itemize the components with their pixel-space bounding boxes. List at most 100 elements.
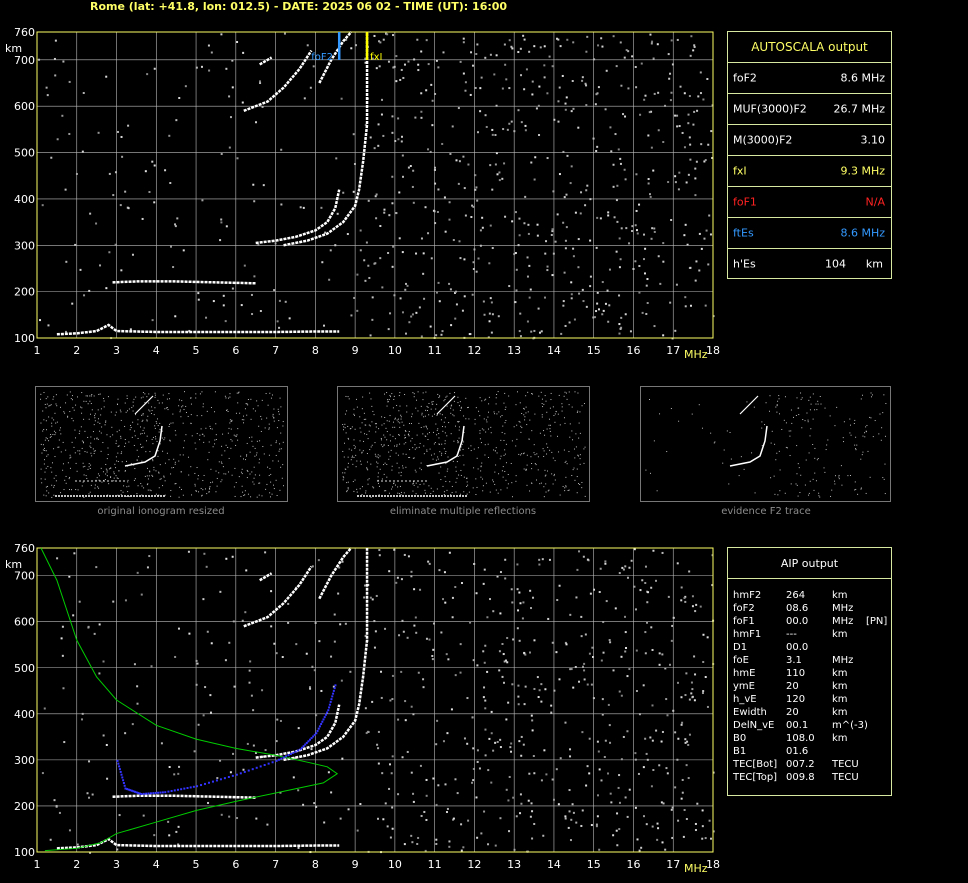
aip-point <box>231 774 234 777</box>
aip-output-panel: AIP output hmF2 264 km foF2 08.6 MHz foF1 00.0 M… <box>727 547 892 796</box>
thumbnail-caption-original: original ionogram resized <box>97 506 225 517</box>
y-tick-label: 600 <box>14 100 35 113</box>
x-tick-label: 9 <box>352 858 359 871</box>
aip-point <box>297 749 300 752</box>
aip-point <box>294 750 297 753</box>
aip-value: 20 <box>786 681 799 692</box>
x-tick-label: 15 <box>587 858 601 871</box>
aip-point <box>332 689 335 692</box>
trace-es_second <box>112 280 256 285</box>
aip-value: 007.2 <box>786 759 815 770</box>
autoscala-row: foF1 N/A <box>728 187 891 218</box>
y-tick-label: 200 <box>14 286 35 299</box>
x-tick-label: 13 <box>507 344 521 357</box>
aip-point <box>316 729 319 732</box>
aip-value: 108.0 <box>786 733 815 744</box>
aip-point <box>215 779 218 782</box>
aip-point <box>219 778 222 781</box>
autoscala-label: foF2 <box>733 71 757 85</box>
aip-value: 20 <box>786 707 799 718</box>
x-axis-label: MHz <box>684 348 708 361</box>
aip-label: TEC[Top] <box>733 772 778 783</box>
aip-unit: km <box>832 629 848 640</box>
y-tick-label: 700 <box>14 54 35 67</box>
aip-point <box>275 759 278 762</box>
aip-label: hmE <box>733 668 756 679</box>
plot-frame <box>36 31 714 339</box>
aip-unit: MHz <box>832 655 854 666</box>
aip-title: AIP output <box>728 548 891 579</box>
autoscala-title-text: AUTOSCALA output <box>751 40 868 54</box>
thumbnail-eliminate-multiple <box>337 386 590 502</box>
aip-point <box>120 773 123 776</box>
aip-label: B0 <box>733 733 747 744</box>
aip-point <box>282 756 285 759</box>
aip-unit: TECU <box>832 772 859 783</box>
aip-point <box>287 754 290 757</box>
aip-point <box>235 773 238 776</box>
aip-unit: TECU <box>832 759 859 770</box>
aip-point <box>142 792 145 795</box>
aip-point <box>183 787 186 790</box>
aip-label: hmF1 <box>733 629 762 640</box>
aip-point <box>154 791 157 794</box>
y-tick-label: 760 <box>14 26 35 39</box>
aip-point <box>192 785 195 788</box>
x-tick-label: 16 <box>626 858 640 871</box>
x-tick-label: 12 <box>467 858 481 871</box>
aip-point <box>328 706 331 709</box>
x-tick-label: 6 <box>232 858 239 871</box>
x-tick-label: 12 <box>467 344 481 357</box>
page-title: Rome (lat: +41.8, lon: 012.5) - DATE: 20… <box>90 0 508 13</box>
autoscala-row: fxI 9.3 MHz <box>728 156 891 187</box>
aip-unit: km <box>832 668 848 679</box>
aip-point <box>247 769 250 772</box>
aip-label: foE <box>733 655 749 666</box>
grid <box>37 32 713 338</box>
autoscala-value: 104 <box>825 257 846 271</box>
autoscala-label: fxI <box>733 164 747 178</box>
grid <box>37 548 713 852</box>
aip-point <box>334 684 337 687</box>
autoscala-value: 3.10 <box>860 133 886 147</box>
aip-point <box>118 765 121 768</box>
aip-point <box>200 784 203 787</box>
autoscala-label: MUF(3000)F2 <box>733 102 807 116</box>
y-tick-label: 400 <box>14 708 35 721</box>
autoscala-value: 26.7 MHz <box>833 102 885 116</box>
aip-point <box>180 788 183 791</box>
aip-point <box>280 757 283 760</box>
x-tick-label: 15 <box>587 344 601 357</box>
aip-point <box>333 687 336 690</box>
plot-frame <box>36 547 714 853</box>
aip-value: --- <box>786 629 797 640</box>
aip-point <box>271 761 274 764</box>
y-tick-label: 600 <box>14 616 35 629</box>
x-tick-label: 5 <box>193 858 200 871</box>
autoscala-row: ftEs 8.6 MHz <box>728 218 891 249</box>
x-tick-label: 8 <box>312 344 319 357</box>
noise-speckle <box>41 548 715 854</box>
aip-point <box>145 792 148 795</box>
autoscala-row: M(3000)F2 3.10 <box>728 125 891 156</box>
aip-point <box>292 751 295 754</box>
autoscala-label: foF1 <box>733 195 757 209</box>
aip-point <box>321 720 324 723</box>
trace-f2_x <box>283 548 369 762</box>
thumbnail-caption-evidence: evidence F2 trace <box>721 506 811 517</box>
x-tick-label: 10 <box>388 344 402 357</box>
aip-unit: km <box>832 681 848 692</box>
aip-point <box>267 762 270 765</box>
aip-point <box>147 792 150 795</box>
aip-unit: km <box>832 590 848 601</box>
aip-flag: [PN] <box>866 616 888 627</box>
aip-point <box>315 732 318 735</box>
ionogram-top-chart: 1 2 3 4 5 6 7 8 9 10 11 12 13 14 15 16 17 18MHz1002003004… <box>5 26 720 361</box>
autoscala-row: h'Es 104 km <box>728 249 891 279</box>
x-tick-label: 14 <box>547 858 561 871</box>
aip-label: ymE <box>733 681 755 692</box>
marker-label: foF2 <box>311 52 333 63</box>
aip-point <box>227 776 230 778</box>
autoscala-label: ftEs <box>733 226 754 240</box>
aip-point <box>259 765 262 768</box>
